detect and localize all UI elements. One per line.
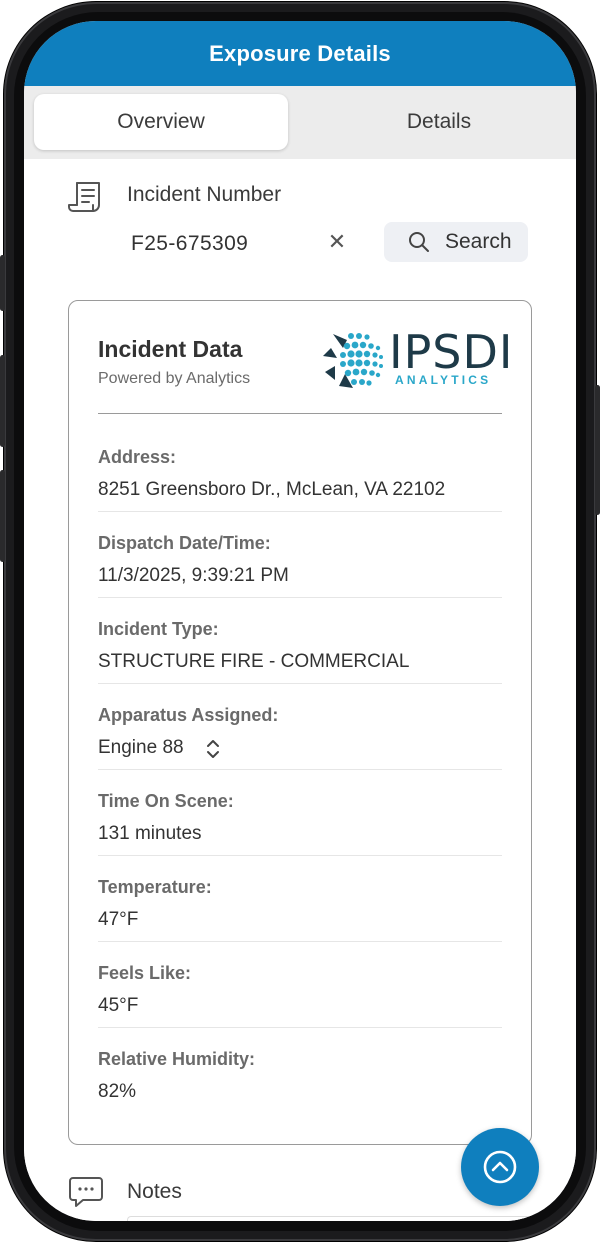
field-value: 47°F: [98, 909, 139, 930]
field-label: Feels Like:: [98, 963, 192, 983]
apparatus-select-value: Engine 88: [98, 737, 184, 758]
phone-side-button: [0, 470, 5, 562]
overview-content[interactable]: Incident Number F25-675309 ✕ Search Inci…: [24, 159, 576, 1221]
field-dispatch-datetime: Dispatch Date/Time: 11/3/2025, 9:39:21 P…: [98, 533, 502, 598]
card-divider: [98, 413, 502, 414]
field-label: Apparatus Assigned:: [98, 705, 279, 725]
field-label: Incident Type:: [98, 619, 219, 639]
ipsdi-analytics-logo: IPSDI ANALYTICS: [321, 328, 513, 392]
notes-input[interactable]: [127, 1216, 569, 1221]
logo-subtext: ANALYTICS: [395, 373, 492, 387]
field-label: Temperature:: [98, 877, 212, 897]
card-title: Incident Data: [98, 336, 243, 362]
card-subtitle: Powered by Analytics: [98, 370, 251, 387]
search-button[interactable]: Search: [384, 222, 528, 262]
field-address: Address: 8251 Greensboro Dr., McLean, VA…: [98, 447, 502, 512]
incident-number-value[interactable]: F25-675309: [131, 232, 248, 256]
clear-icon[interactable]: ✕: [324, 229, 350, 255]
field-time-on-scene: Time On Scene: 131 minutes: [98, 791, 502, 856]
overview-scroll-area: Incident Number F25-675309 ✕ Search Inci…: [24, 159, 576, 1221]
page-title: Exposure Details: [209, 41, 391, 66]
chevron-up-down-icon: [204, 738, 222, 765]
field-value: STRUCTURE FIRE - COMMERCIAL: [98, 651, 410, 672]
field-label: Relative Humidity:: [98, 1049, 256, 1069]
field-label: Dispatch Date/Time:: [98, 533, 271, 553]
search-button-label: Search: [445, 230, 512, 253]
notes-label: Notes: [127, 1180, 182, 1203]
phone-side-button: [595, 385, 600, 515]
incident-number-label: Incident Number: [127, 183, 282, 206]
tab-details[interactable]: Details: [312, 94, 566, 150]
field-incident-type: Incident Type: STRUCTURE FIRE - COMMERCI…: [98, 619, 502, 684]
apparatus-select[interactable]: Engine 88: [98, 733, 238, 763]
app-header: Exposure Details: [24, 21, 576, 86]
chevron-up-circle-icon: [482, 1149, 518, 1190]
app-screen: Exposure Details Overview Details Incide…: [24, 21, 576, 1221]
field-label: Time On Scene:: [98, 791, 234, 811]
field-value: 82%: [98, 1081, 137, 1102]
field-temperature: Temperature: 47°F: [98, 877, 502, 942]
tab-overview[interactable]: Overview: [34, 94, 288, 150]
field-apparatus-assigned: Apparatus Assigned: Engine 88: [98, 705, 502, 770]
field-feels-like: Feels Like: 45°F: [98, 963, 502, 1028]
phone-side-button: [0, 355, 5, 447]
search-icon: [408, 231, 430, 258]
field-value: 11/3/2025, 9:39:21 PM: [98, 565, 289, 586]
field-value: 131 minutes: [98, 823, 202, 844]
field-relative-humidity: Relative Humidity: 82%: [98, 1049, 502, 1113]
scroll-to-top-button[interactable]: [461, 1128, 539, 1206]
tab-bar: Overview Details: [24, 86, 576, 159]
field-value: 45°F: [98, 995, 139, 1016]
chat-bubble-icon: [69, 1176, 103, 1213]
field-label: Address:: [98, 447, 177, 467]
logo-wordmark: IPSDI: [389, 325, 514, 379]
phone-side-button: [0, 255, 5, 311]
document-icon: [68, 181, 104, 220]
incident-data-card: Incident Data Powered by Analytics IPSDI…: [68, 300, 532, 1145]
field-value: 8251 Greensboro Dr., McLean, VA 22102: [98, 479, 446, 500]
